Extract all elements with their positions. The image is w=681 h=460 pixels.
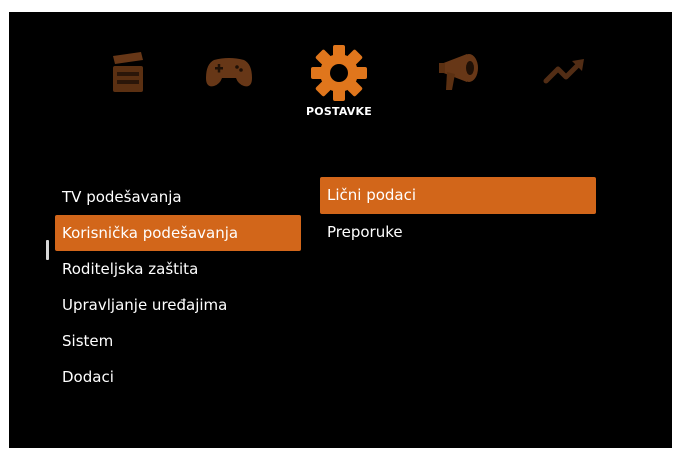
menu-item-system[interactable]: Sistem [55, 323, 301, 359]
menu-item-parental-control[interactable]: Roditeljska zaštita [55, 251, 301, 287]
category-movies[interactable] [100, 45, 156, 99]
tv-settings-screen: POSTAVKE TV podešavanja Korisnička podeš… [9, 12, 672, 448]
scroll-indicator [46, 240, 49, 260]
megaphone-icon [439, 54, 478, 90]
category-settings[interactable] [306, 42, 372, 104]
active-category-label: POSTAVKE [306, 105, 372, 118]
submenu-item-personal-data[interactable]: Lični podaci [320, 177, 596, 214]
gamepad-icon [206, 58, 252, 87]
category-games[interactable] [201, 45, 257, 99]
submenu-item-recommendations[interactable]: Preporuke [320, 214, 596, 251]
category-trending[interactable] [536, 45, 592, 99]
menu-item-tv-settings[interactable]: TV podešavanja [55, 179, 301, 215]
user-settings-submenu: Lični podaci Preporuke [320, 177, 596, 251]
settings-menu: TV podešavanja Korisnička podešavanja Ro… [55, 179, 301, 395]
gear-icon [311, 45, 367, 101]
menu-item-addons[interactable]: Dodaci [55, 359, 301, 395]
clapperboard-icon [113, 52, 143, 92]
menu-item-user-settings[interactable]: Korisnička podešavanja [55, 215, 301, 251]
category-announcements[interactable] [433, 45, 489, 99]
menu-item-device-management[interactable]: Upravljanje uređajima [55, 287, 301, 323]
trend-arrow-icon [543, 59, 584, 84]
